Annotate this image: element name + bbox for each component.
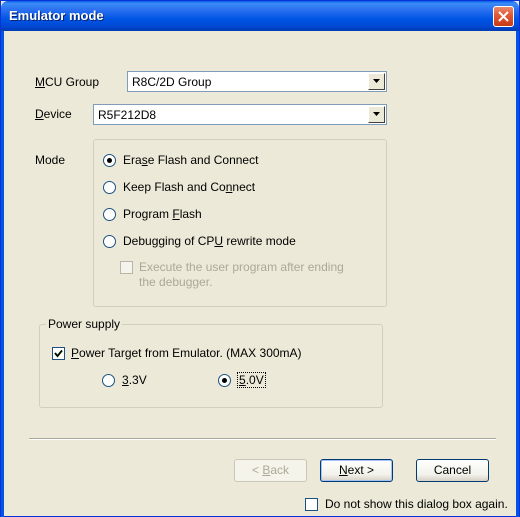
dont-show-again-label[interactable]: Do not show this dialog box again. xyxy=(325,497,508,511)
close-button[interactable] xyxy=(493,6,514,27)
voltage-5v0-label[interactable]: 5.0V xyxy=(237,372,266,388)
power-target-checkbox[interactable] xyxy=(52,347,65,360)
device-select[interactable]: R5F212D8 xyxy=(93,104,387,125)
power-target-label[interactable]: Power Target from Emulator. (MAX 300mA) xyxy=(71,346,302,360)
execute-after-debug-label-1: Execute the user program after ending xyxy=(139,260,344,274)
mcu-group-dropdown-button[interactable] xyxy=(368,73,385,90)
chevron-down-icon xyxy=(373,79,380,83)
voltage-3v3-radio[interactable] xyxy=(102,374,115,387)
mode-option-erase[interactable]: Erase Flash and Connect xyxy=(123,153,258,167)
power-supply-group: Power supply Power Target from Emulator.… xyxy=(39,317,383,408)
selected-dot xyxy=(222,378,227,383)
mode-option-keep[interactable]: Keep Flash and Connect xyxy=(123,180,255,194)
emulator-mode-dialog: Emulator mode MCU Group R8C/2D Group Dev… xyxy=(0,0,520,517)
voltage-3v3-label[interactable]: 3.3V xyxy=(122,373,147,387)
execute-after-debug-label-2: the debugger. xyxy=(139,275,213,289)
mode-radio-keep[interactable] xyxy=(103,181,116,194)
mode-label: Mode xyxy=(35,153,66,167)
mcu-group-label: MCU Group xyxy=(35,75,100,89)
mcu-group-select[interactable]: R8C/2D Group xyxy=(127,71,387,92)
mode-radio-program[interactable] xyxy=(103,208,116,221)
back-button[interactable]: < Back xyxy=(234,459,307,482)
dont-show-again-checkbox[interactable] xyxy=(305,498,318,511)
device-value: R5F212D8 xyxy=(98,108,157,122)
next-button[interactable]: Next > xyxy=(320,459,393,482)
mode-radio-erase[interactable] xyxy=(103,154,116,167)
mode-option-debug-rewrite[interactable]: Debugging of CPU rewrite mode xyxy=(123,234,296,248)
mode-option-program[interactable]: Program Flash xyxy=(123,207,202,221)
chevron-down-icon xyxy=(373,112,380,116)
execute-after-debug-checkbox[interactable] xyxy=(120,261,133,274)
separator xyxy=(29,438,496,440)
voltage-5v0-radio[interactable] xyxy=(218,374,231,387)
selected-dot xyxy=(107,158,112,163)
window-title: Emulator mode xyxy=(9,8,104,23)
title-bar[interactable]: Emulator mode xyxy=(1,1,519,31)
checkmark-icon xyxy=(54,349,63,358)
cancel-button[interactable]: Cancel xyxy=(416,459,489,482)
window-frame-right xyxy=(516,31,519,517)
power-supply-legend: Power supply xyxy=(46,317,123,331)
mode-group: Erase Flash and Connect Keep Flash and C… xyxy=(93,139,387,307)
device-dropdown-button[interactable] xyxy=(368,106,385,123)
mode-radio-debug-rewrite[interactable] xyxy=(103,235,116,248)
close-icon xyxy=(498,11,509,22)
window-frame-left xyxy=(1,31,4,517)
device-label: Device xyxy=(35,107,72,121)
mcu-group-value: R8C/2D Group xyxy=(132,75,212,89)
